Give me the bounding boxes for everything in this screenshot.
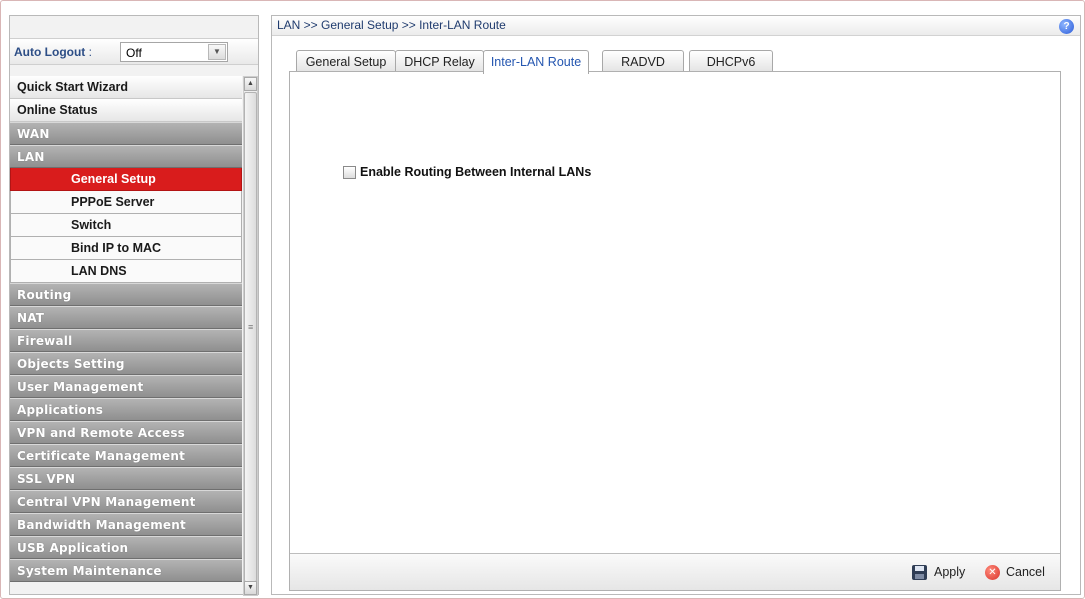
- sidebar-item-objects-setting[interactable]: Objects Setting: [10, 352, 242, 375]
- auto-logout-select[interactable]: Off ▼: [120, 42, 228, 62]
- tab-radvd[interactable]: RADVD: [602, 50, 684, 73]
- auto-logout-label: Auto Logout :: [14, 45, 92, 59]
- sidebar-item-pppoe-server[interactable]: PPPoE Server: [10, 191, 242, 214]
- sidebar-item-vpn-and-remote-access[interactable]: VPN and Remote Access: [10, 421, 242, 444]
- sidebar-item-usb-application[interactable]: USB Application: [10, 536, 242, 559]
- tab-label: RADVD: [621, 55, 665, 69]
- sidebar-item-switch[interactable]: Switch: [10, 214, 242, 237]
- sidebar-item-lan-dns[interactable]: LAN DNS: [10, 260, 242, 283]
- sidebar-item-bind-ip-to-mac[interactable]: Bind IP to MAC: [10, 237, 242, 260]
- help-icon[interactable]: ?: [1059, 19, 1074, 34]
- auto-logout-value: Off: [126, 46, 142, 60]
- sidebar-item-applications[interactable]: Applications: [10, 398, 242, 421]
- tab-dhcp-relay[interactable]: DHCP Relay: [395, 50, 484, 73]
- router-admin-window: Auto Logout : Off ▼ Quick Start Wizard On…: [0, 0, 1085, 599]
- sidebar-item-online-status[interactable]: Online Status: [10, 99, 242, 122]
- sidebar-item-general-setup[interactable]: General Setup: [10, 168, 242, 191]
- scrollbar-thumb[interactable]: ≡: [244, 92, 257, 582]
- action-footer: Apply ✕ Cancel: [290, 553, 1060, 590]
- tab-label: DHCPv6: [706, 55, 756, 69]
- cancel-icon[interactable]: ✕: [985, 565, 1000, 580]
- apply-button[interactable]: Apply: [934, 565, 965, 579]
- tab-general-setup[interactable]: General Setup: [296, 50, 396, 73]
- sidebar-item-bandwidth-management[interactable]: Bandwidth Management: [10, 513, 242, 536]
- tab-inter-lan-route[interactable]: Inter-LAN Route: [483, 50, 589, 74]
- tab-label: General Setup: [305, 55, 387, 69]
- sidebar-item-certificate-management[interactable]: Certificate Management: [10, 444, 242, 467]
- scroll-up-icon[interactable]: ▲: [244, 77, 257, 91]
- tab-label: Inter-LAN Route: [490, 55, 582, 69]
- sidebar: Auto Logout : Off ▼ Quick Start Wizard On…: [9, 15, 259, 596]
- tab-content-panel: Enable Routing Between Internal LANs App…: [289, 71, 1061, 591]
- sidebar-item-quick-start-wizard[interactable]: Quick Start Wizard: [10, 76, 242, 99]
- sidebar-item-nat[interactable]: NAT: [10, 306, 242, 329]
- breadcrumb: LAN >> General Setup >> Inter-LAN Route: [277, 18, 506, 32]
- sidebar-item-routing[interactable]: Routing: [10, 283, 242, 306]
- grip-icon: ≡: [248, 322, 254, 332]
- sidebar-item-firewall[interactable]: Firewall: [10, 329, 242, 352]
- breadcrumb-bar: LAN >> General Setup >> Inter-LAN Route …: [272, 16, 1080, 36]
- sidebar-menu: Quick Start Wizard Online Status WAN LAN Gen…: [10, 76, 242, 582]
- sidebar-item-system-maintenance[interactable]: System Maintenance: [10, 559, 242, 582]
- tab-label: DHCP Relay: [404, 55, 475, 69]
- save-icon[interactable]: [912, 565, 927, 580]
- auto-logout-bar: Auto Logout : Off ▼: [10, 38, 258, 65]
- tab-dhcpv6[interactable]: DHCPv6: [689, 50, 773, 73]
- sidebar-scrollbar[interactable]: ▲ ≡ ▼: [243, 76, 258, 596]
- sidebar-item-central-vpn-management[interactable]: Central VPN Management: [10, 490, 242, 513]
- sidebar-item-lan[interactable]: LAN: [10, 145, 242, 168]
- enable-routing-label[interactable]: Enable Routing Between Internal LANs: [360, 165, 591, 179]
- sidebar-item-user-management[interactable]: User Management: [10, 375, 242, 398]
- sidebar-item-ssl-vpn[interactable]: SSL VPN: [10, 467, 242, 490]
- cancel-button[interactable]: Cancel: [1006, 565, 1045, 579]
- chevron-down-icon[interactable]: ▼: [208, 44, 226, 60]
- enable-routing-checkbox[interactable]: [343, 166, 356, 179]
- main-panel: LAN >> General Setup >> Inter-LAN Route …: [271, 15, 1081, 595]
- sidebar-item-wan[interactable]: WAN: [10, 122, 242, 145]
- scroll-down-icon[interactable]: ▼: [244, 581, 257, 595]
